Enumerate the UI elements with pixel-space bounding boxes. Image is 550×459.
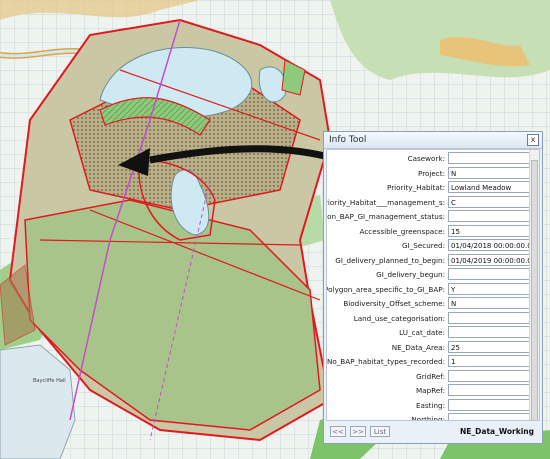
attribute-row: Priority_Habitat___management_s: C [326, 195, 533, 210]
attribute-row: Northing: [327, 413, 533, 421]
attribute-label: Biodiversity_Offset_scheme: [343, 299, 445, 308]
attribute-value-field[interactable]: 01/04/2018 00:00:00.000 [448, 239, 531, 251]
attribute-value-field[interactable] [448, 210, 531, 222]
attribute-row: No_BAP_habitat_types_recorded: 1 [327, 355, 533, 369]
attribute-row: GridRef: [327, 369, 533, 384]
window-title-bar[interactable]: Info Tool x [324, 132, 542, 149]
attribute-label: Priority_Habitat: [386, 183, 445, 192]
attribute-value-field[interactable]: Lowland Meadow [448, 181, 531, 193]
attribute-label: Casework: [407, 154, 445, 163]
attribute-row: Non_BAP_GI_management_status: [327, 210, 533, 224]
next-record-button[interactable]: >> [350, 426, 366, 437]
previous-record-button[interactable]: << [330, 426, 346, 437]
close-icon[interactable]: x [527, 134, 539, 146]
window-title: Info Tool [329, 135, 367, 145]
attribute-row: Easting: [327, 398, 533, 413]
attribute-label: Land_use_categorisation: [353, 313, 445, 323]
attribute-label: Non_BAP_GI_management_status: [326, 212, 445, 221]
attribute-label: LU_cat_date: [399, 328, 445, 337]
attribute-row: Polygon_area_specific_to_GI_BAP: Y [326, 282, 533, 297]
attribute-label: Polygon_area_specific_to_GI_BAP: [326, 284, 445, 294]
attribute-label: GridRef: [416, 371, 445, 381]
attribute-value-field[interactable] [448, 384, 531, 396]
attribute-label: GI_delivery_planned_to_begin: [335, 255, 445, 265]
attribute-row: NE_Data_Area: 25 [327, 340, 533, 355]
attribute-panel: Casework: Project: N Priority_Habitat: Lowla… [326, 149, 540, 421]
attribute-label: MapRef: [416, 386, 445, 395]
attribute-label: GI_delivery_begun: [376, 270, 445, 279]
info-tool-footer: << >> List NE_Data_Working [326, 423, 540, 441]
attribute-label: Accessible_greenspace: [359, 226, 445, 236]
attribute-label: Northing: [411, 415, 445, 421]
attribute-row: GI_Secured:01/04/2018 00:00:00.000 [327, 239, 533, 253]
attribute-value-field[interactable]: 15 [448, 224, 531, 237]
attribute-row: Land_use_categorisation: [327, 311, 533, 326]
attribute-row: Casework: [327, 152, 533, 166]
attribute-label: No_BAP_habitat_types_recorded: [326, 357, 445, 366]
attribute-value-field[interactable] [448, 326, 531, 338]
attribute-row: LU_cat_date: [327, 326, 533, 340]
attribute-value-field[interactable] [448, 311, 531, 324]
attribute-row: MapRef: [327, 384, 533, 398]
list-button[interactable]: List [370, 426, 390, 437]
attribute-label: Priority_Habitat___management_s: [326, 197, 445, 207]
attribute-value-field[interactable]: C [448, 195, 531, 208]
attribute-value-field[interactable]: N [448, 166, 531, 179]
attribute-value-field[interactable]: 01/04/2019 00:00:00.000 [448, 253, 531, 266]
attribute-row: Biodiversity_Offset_scheme: N [327, 297, 533, 311]
attribute-row: GI_delivery_begun: [327, 268, 533, 282]
attribute-value-field[interactable] [448, 413, 531, 420]
attribute-row: Project: N [327, 166, 533, 181]
attribute-label: Project: [417, 168, 445, 178]
attribute-value-field[interactable]: Y [448, 282, 531, 295]
attribute-label: Easting: [415, 400, 445, 410]
attribute-label: NE_Data_Area: [391, 342, 445, 352]
attribute-row: GI_delivery_planned_to_begin: 01/04/2019 … [327, 253, 533, 268]
map-label: Baycliffe Hall [33, 378, 66, 384]
attribute-value-field[interactable] [448, 369, 531, 382]
info-tool-window[interactable]: Info Tool x Casework: Project: N Priority_H… [323, 131, 543, 444]
attribute-value-field[interactable] [448, 152, 531, 164]
attribute-label: GI_Secured: [402, 241, 445, 250]
scrollbar-thumb[interactable] [531, 160, 538, 420]
vertical-scrollbar[interactable] [529, 150, 539, 420]
attribute-value-field[interactable] [448, 398, 531, 411]
attribute-value-field[interactable] [448, 268, 531, 280]
attribute-row: Accessible_greenspace: 15 [327, 224, 533, 239]
attribute-value-field[interactable]: 25 [448, 340, 531, 353]
layer-name: NE_Data_Working [460, 427, 534, 436]
attribute-value-field[interactable]: 1 [448, 355, 531, 367]
attribute-row: Priority_Habitat: Lowland Meadow [327, 181, 533, 195]
attribute-value-field[interactable]: N [448, 297, 531, 309]
